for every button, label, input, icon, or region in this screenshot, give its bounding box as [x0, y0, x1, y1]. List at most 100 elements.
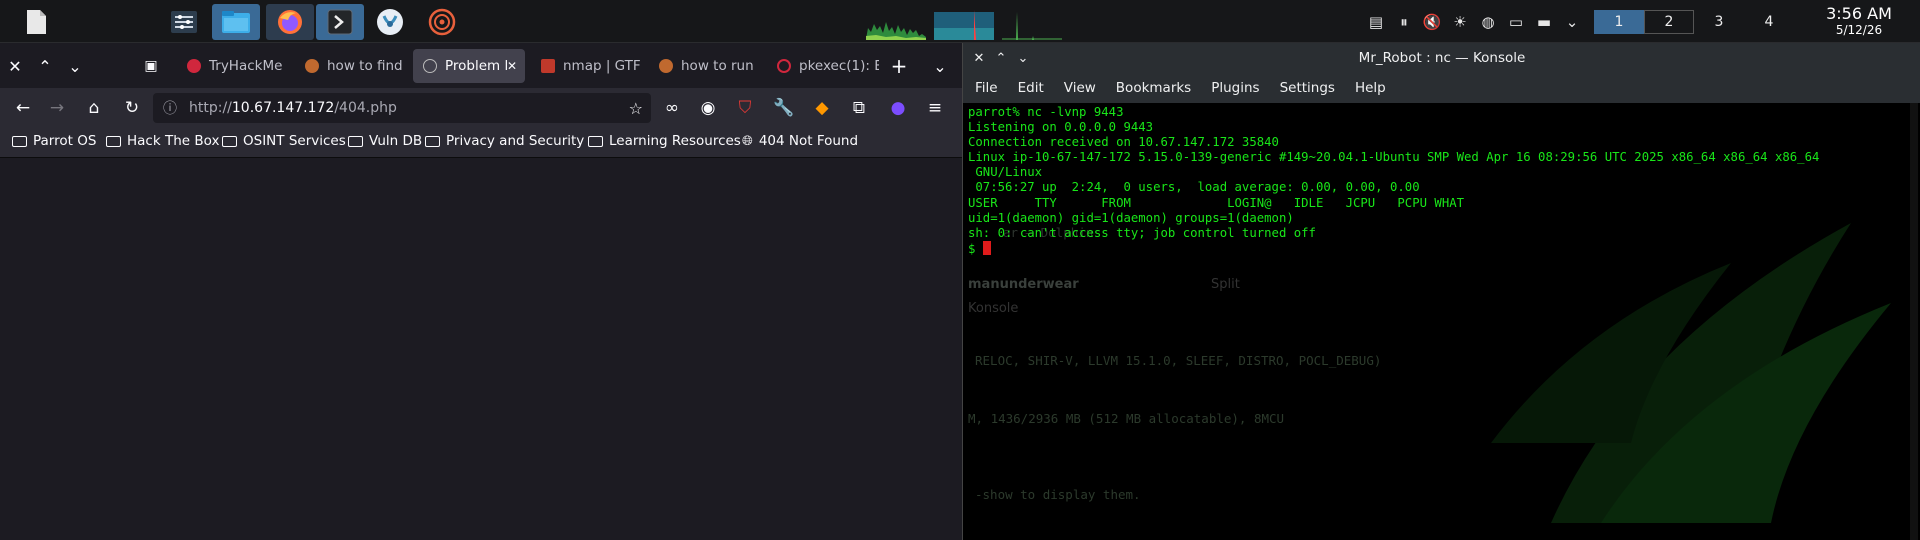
bookmark-hack-the-box[interactable]: Hack The Box [106, 133, 219, 149]
url-bar[interactable]: ⓘ http://10.67.147.172/404.php ☆ [153, 93, 651, 123]
ublock-icon[interactable]: ⛉ [731, 94, 759, 122]
terminal-line: USER TTY FROM LOGIN@ IDLE JCPU PCPU WHAT [968, 195, 1465, 210]
folder-icon [425, 135, 440, 147]
vscodium-icon[interactable] [372, 4, 408, 40]
dolphin-icon[interactable] [212, 4, 260, 40]
tab-label: how to run [681, 58, 754, 74]
bookmark-label: Vuln DB [369, 133, 423, 149]
terminal-line: sh: 0: can't access tty; job control tur… [968, 225, 1316, 240]
account-icon[interactable]: ◉ [694, 94, 722, 122]
tab-bar: ✕ ⌃ ⌄ ▣ TryHackMe how to find Problem l … [0, 43, 962, 88]
duckduckgo-favicon-icon [305, 59, 319, 73]
tab-tryhackme[interactable]: TryHackMe [177, 49, 289, 83]
tab-label: Problem l [445, 58, 509, 74]
folder-icon [348, 135, 363, 147]
bookmark-osint-services[interactable]: OSINT Services [222, 133, 346, 149]
bookmark-parrot-os[interactable]: Parrot OS [12, 133, 96, 149]
tab-label: TryHackMe [209, 58, 283, 74]
clock-time: 3:56 AM [1826, 4, 1892, 23]
page-content[interactable] [0, 158, 962, 540]
minimize-icon[interactable]: ⌄ [1013, 48, 1033, 68]
system-tray: ▤ ⏸ 🔇 ☀ ◍ ▭ ▬ ⌄ [1362, 0, 1586, 43]
memory-graph [934, 6, 994, 40]
network-globe-icon[interactable]: ◍ [1474, 8, 1502, 36]
bookmark-404-not-found[interactable]: 🌐︎ 404 Not Found [742, 133, 858, 149]
firefox-view-icon[interactable]: ▣ [136, 51, 166, 81]
clock[interactable]: 3:56 AM 5/12/26 [1800, 6, 1918, 38]
terminal-line: Connection received on 10.67.147.172 358… [968, 135, 1279, 150]
bookmark-label: 404 Not Found [758, 133, 859, 149]
extension-purple-icon[interactable]: ● [884, 94, 912, 122]
brightness-icon[interactable]: ☀ [1446, 8, 1474, 36]
home-icon[interactable]: ⌂ [80, 94, 108, 122]
konsole-titlebar[interactable]: ✕ ⌃ ⌄ Mr_Robot : nc — Konsole [963, 43, 1920, 73]
terminal-line: Listening on 0.0.0.0 9443 [968, 120, 1154, 135]
extensions-icon[interactable]: ⧉ [845, 94, 873, 122]
folder-icon [222, 135, 237, 147]
url-host: 10.67.147.172 [231, 100, 335, 116]
maximize-icon[interactable]: ⌃ [991, 48, 1011, 68]
bookmark-vuln-db[interactable]: Vuln DB [348, 133, 422, 149]
new-tab-icon[interactable]: + [884, 51, 914, 81]
clipboard-icon[interactable]: ▤ [1362, 8, 1390, 36]
tab-nmap-gtfobins[interactable]: nmap | GTF [531, 49, 643, 83]
terminal-scrollbar[interactable] [1910, 103, 1918, 540]
chevron-down-icon[interactable]: ⌄ [1558, 8, 1586, 36]
forward-icon[interactable]: → [43, 94, 71, 122]
window-title: Mr_Robot : nc — Konsole [1358, 50, 1526, 66]
virtual-desktop-pager: 1 2 3 4 [1594, 10, 1794, 34]
maximize-icon[interactable]: ⌃ [30, 51, 60, 81]
tab-problem-loading[interactable]: Problem l ✕ [413, 49, 525, 83]
menu-icon[interactable]: ≡ [921, 94, 949, 122]
app-menu-icon[interactable] [18, 4, 54, 40]
volume-muted-icon[interactable]: 🔇 [1418, 8, 1446, 36]
menu-plugins[interactable]: Plugins [1211, 80, 1259, 96]
konsole-window: ✕ ⌃ ⌄ Mr_Robot : nc — Konsole File Edit … [962, 43, 1920, 540]
tab-label: nmap | GTF [563, 58, 641, 74]
url-prefix: http:// [189, 100, 232, 116]
reload-icon[interactable]: ↻ [118, 94, 146, 122]
back-icon[interactable]: ← [9, 94, 37, 122]
desktop-2[interactable]: 2 [1644, 10, 1694, 34]
konsole-icon[interactable] [316, 4, 364, 40]
desktop-4[interactable]: 4 [1744, 10, 1794, 34]
tryhackme-favicon-icon [187, 59, 201, 73]
tab-pkexec[interactable]: pkexec(1): E [767, 49, 879, 83]
page-info-icon[interactable]: ⓘ [163, 98, 177, 118]
foxyproxy-icon[interactable]: ◆ [808, 94, 836, 122]
menu-view[interactable]: View [1064, 80, 1096, 96]
close-icon[interactable]: ✕ [969, 48, 989, 68]
menu-file[interactable]: File [975, 80, 998, 96]
tab-how-to-find[interactable]: how to find [295, 49, 407, 83]
menu-bookmarks[interactable]: Bookmarks [1116, 80, 1191, 96]
desktop-3[interactable]: 3 [1694, 10, 1744, 34]
terminal-line: uid=1(daemon) gid=1(daemon) groups=1(dae… [968, 210, 1294, 225]
menu-edit[interactable]: Edit [1018, 80, 1044, 96]
system-settings-icon[interactable] [166, 4, 202, 40]
media-pause-icon[interactable]: ⏸ [1390, 8, 1418, 36]
menu-settings[interactable]: Settings [1280, 80, 1335, 96]
private-browsing-icon[interactable]: ∞ [658, 94, 686, 122]
tab-how-to-run[interactable]: how to run [649, 49, 761, 83]
menu-help[interactable]: Help [1355, 80, 1386, 96]
battery-icon[interactable]: ▬ [1530, 8, 1558, 36]
desktop-1[interactable]: 1 [1594, 10, 1644, 34]
bookmark-privacy-security[interactable]: Privacy and Security [425, 133, 584, 149]
bookmark-star-icon[interactable]: ☆ [629, 99, 643, 118]
close-tab-icon[interactable]: ✕ [507, 59, 517, 73]
info-icon [423, 59, 437, 73]
minimize-icon[interactable]: ⌄ [60, 51, 90, 81]
bookmark-label: Learning Resources [609, 133, 741, 149]
wrench-icon[interactable]: 🔧 [770, 94, 798, 122]
firefox-icon[interactable] [266, 4, 314, 40]
ghost-line: -show to display them. [975, 487, 1141, 502]
terminal-prompt-line[interactable]: $ [968, 240, 1819, 257]
cpu-graph [866, 6, 926, 40]
close-window-icon[interactable]: ✕ [0, 51, 30, 81]
list-all-tabs-icon[interactable]: ⌄ [925, 51, 955, 81]
terminal-area[interactable]: ar — Dolphin manunderwear Split Konsole … [963, 103, 1920, 540]
burp-icon[interactable] [424, 4, 460, 40]
bookmark-learning-resources[interactable]: Learning Resources [588, 133, 741, 149]
bookmark-label: OSINT Services [243, 133, 346, 149]
display-icon[interactable]: ▭ [1502, 8, 1530, 36]
